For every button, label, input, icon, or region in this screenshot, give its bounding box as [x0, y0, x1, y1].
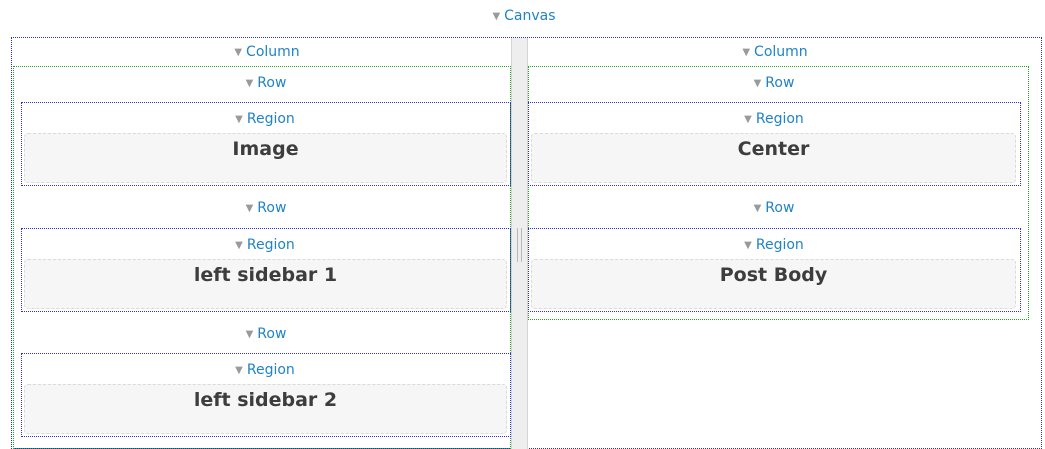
region-frame: ▼ Region Post Body — [528, 228, 1021, 312]
region-toggle[interactable]: ▼ Region — [235, 109, 295, 129]
region-toggle[interactable]: ▼ Region — [744, 109, 804, 129]
right-column-toggle[interactable]: ▼ Column — [742, 42, 807, 62]
triangle-down-icon: ▼ — [234, 47, 243, 58]
left-column-label: Column — [246, 44, 300, 60]
row-toggle[interactable]: ▼ Row — [246, 324, 287, 344]
column-splitter[interactable] — [511, 38, 528, 449]
row-label: Row — [257, 200, 287, 216]
region-label: Region — [755, 111, 804, 127]
row-label: Row — [257, 75, 287, 91]
region-frame: ▼ Region left sidebar 1 — [21, 228, 511, 312]
region-toggle[interactable]: ▼ Region — [744, 235, 804, 255]
triangle-down-icon: ▼ — [235, 240, 243, 251]
triangle-down-icon: ▼ — [235, 114, 243, 125]
canvas-toggle[interactable]: ▼ Canvas — [492, 6, 555, 26]
row-toggle[interactable]: ▼ Row — [754, 73, 795, 93]
region-panel-left-sidebar-1[interactable]: left sidebar 1 — [24, 259, 507, 309]
triangle-down-icon: ▼ — [753, 203, 762, 214]
triangle-down-icon: ▼ — [742, 47, 751, 58]
region-label: Region — [246, 111, 295, 127]
row-label: Row — [765, 200, 795, 216]
region-panel-post-body[interactable]: Post Body — [531, 259, 1016, 309]
region-frame: ▼ Region left sidebar 2 — [21, 353, 511, 437]
region-title: Post Body — [719, 264, 828, 286]
region-title: left sidebar 2 — [193, 389, 338, 411]
triangle-down-icon: ▼ — [492, 11, 501, 22]
region-title: left sidebar 1 — [193, 264, 338, 286]
splitter-grip-icon[interactable] — [517, 228, 522, 262]
triangle-down-icon: ▼ — [744, 240, 752, 251]
region-toggle[interactable]: ▼ Region — [235, 360, 295, 380]
triangle-down-icon: ▼ — [245, 78, 254, 89]
row-toggle[interactable]: ▼ Row — [246, 198, 287, 218]
triangle-down-icon: ▼ — [753, 78, 762, 89]
right-column-label: Column — [754, 44, 808, 60]
row-label: Row — [257, 326, 287, 342]
triangle-down-icon: ▼ — [744, 114, 752, 125]
region-label: Region — [246, 362, 295, 378]
region-panel-left-sidebar-2[interactable]: left sidebar 2 — [24, 384, 507, 434]
canvas-label: Canvas — [504, 8, 556, 24]
row-toggle[interactable]: ▼ Row — [754, 198, 795, 218]
region-label: Region — [755, 237, 804, 253]
region-panel-center[interactable]: Center — [531, 133, 1016, 183]
triangle-down-icon: ▼ — [245, 329, 254, 340]
region-label: Region — [246, 237, 295, 253]
triangle-down-icon: ▼ — [235, 365, 243, 376]
row-label: Row — [765, 75, 795, 91]
triangle-down-icon: ▼ — [245, 203, 254, 214]
region-title: Center — [737, 138, 810, 160]
region-frame: ▼ Region Image — [21, 102, 511, 186]
region-panel-image[interactable]: Image — [24, 133, 507, 183]
region-frame: ▼ Region Center — [528, 102, 1021, 186]
left-column-toggle[interactable]: ▼ Column — [234, 42, 299, 62]
row-toggle[interactable]: ▼ Row — [246, 73, 287, 93]
region-toggle[interactable]: ▼ Region — [235, 235, 295, 255]
region-title: Image — [232, 138, 299, 160]
